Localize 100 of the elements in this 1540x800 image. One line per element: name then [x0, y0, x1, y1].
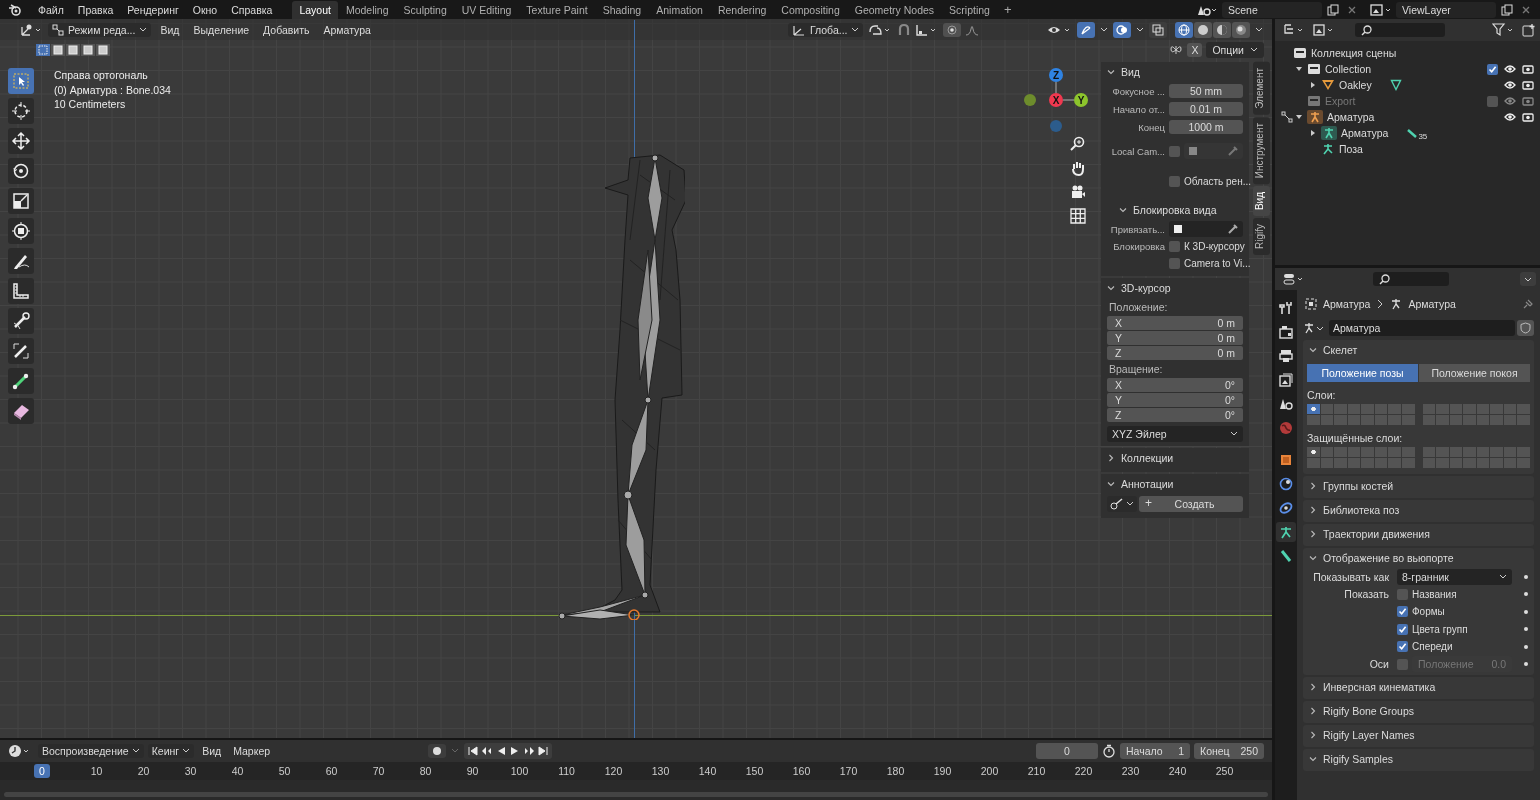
chevron-icon[interactable]: [1309, 530, 1317, 538]
layer-toggle[interactable]: [1320, 415, 1334, 425]
layer-toggle[interactable]: [1374, 458, 1388, 468]
wireframe-sphere-icon[interactable]: [1175, 21, 1193, 38]
armature-icon[interactable]: [1276, 522, 1296, 542]
selection-mode-icon[interactable]: [51, 44, 65, 56]
checkbox[interactable]: [1397, 623, 1408, 635]
layer-toggle[interactable]: [1320, 458, 1334, 468]
layer-toggle[interactable]: [1334, 447, 1347, 457]
options-dropdown[interactable]: Опции: [1206, 42, 1264, 58]
panel-header[interactable]: 3D-курсор: [1101, 278, 1249, 298]
caret-icon[interactable]: [1254, 26, 1264, 33]
layer-toggle[interactable]: [1307, 404, 1320, 414]
layer-toggle[interactable]: [1517, 415, 1530, 425]
overlay-icon[interactable]: [1113, 21, 1131, 38]
menu-item[interactable]: Рендеринг: [121, 3, 185, 16]
layer-toggle[interactable]: [1449, 458, 1463, 468]
layer-toggle[interactable]: [1449, 447, 1463, 457]
layer-toggle[interactable]: [1388, 415, 1401, 425]
jump-start-icon[interactable]: [467, 745, 480, 757]
layer-toggle[interactable]: [1307, 415, 1320, 425]
layer-toggle[interactable]: [1401, 415, 1415, 425]
sidebar-tab[interactable]: Rigify: [1253, 218, 1270, 256]
layer-toggle[interactable]: [1476, 415, 1490, 425]
checkbox[interactable]: [1397, 588, 1408, 600]
axis-ball-icon[interactable]: Z: [1049, 68, 1063, 82]
vector-field[interactable]: X 0°: [1107, 378, 1243, 392]
next-keyframe-icon[interactable]: [523, 745, 536, 757]
decorator-dot-icon[interactable]: [1524, 609, 1528, 614]
stopwatch-icon[interactable]: [1102, 744, 1116, 758]
layer-toggle[interactable]: [1463, 404, 1476, 414]
layer-toggle[interactable]: [1422, 404, 1436, 414]
vector-field[interactable]: Y 0°: [1107, 393, 1243, 407]
annotation-picker[interactable]: [1107, 496, 1137, 512]
checkbox[interactable]: [1169, 175, 1180, 187]
panel-header[interactable]: Rigify Samples: [1303, 749, 1534, 769]
selection-mode-icon[interactable]: [81, 44, 95, 56]
layer-toggle[interactable]: [1503, 415, 1517, 425]
scrollbar[interactable]: [4, 792, 1268, 797]
checkbox[interactable]: [1487, 63, 1498, 75]
layer-toggle[interactable]: [1422, 447, 1436, 457]
decorator-dot-icon[interactable]: [1524, 574, 1528, 579]
layer-toggle[interactable]: [1503, 404, 1517, 414]
vector-field[interactable]: X 0 m: [1107, 316, 1243, 330]
scale-icon[interactable]: [8, 188, 34, 214]
layer-toggle[interactable]: [1436, 404, 1449, 414]
layer-toggle[interactable]: [1436, 447, 1449, 457]
outliner-row[interactable]: Поза: [1275, 141, 1540, 157]
rotate-icon[interactable]: [8, 158, 34, 184]
outliner-row[interactable]: Арматура 35: [1275, 125, 1540, 141]
new-annotation-button[interactable]: + Создать: [1139, 496, 1243, 512]
cursor-icon[interactable]: [8, 98, 34, 124]
eraser-icon[interactable]: [8, 398, 34, 424]
close-icon[interactable]: [1521, 4, 1531, 15]
menu-item[interactable]: Добавить: [258, 23, 315, 36]
ruler-icon[interactable]: [8, 278, 34, 304]
layer-toggle[interactable]: [1388, 404, 1401, 414]
layer-toggle[interactable]: [1347, 404, 1361, 414]
workspace-tab[interactable]: Scripting: [942, 0, 997, 19]
layer-toggle[interactable]: [1307, 458, 1320, 468]
layer-toggle[interactable]: [1361, 458, 1374, 468]
panel-header[interactable]: Траектории движения: [1303, 524, 1534, 544]
vector-field[interactable]: Y 0 m: [1107, 331, 1243, 345]
layer-toggle[interactable]: [1422, 415, 1436, 425]
panel-header[interactable]: Библиотека поз: [1303, 500, 1534, 520]
outliner-row[interactable]: Oakley: [1275, 77, 1540, 93]
move-arrows-icon[interactable]: [8, 128, 34, 154]
datablock-name-field[interactable]: Арматура: [1329, 320, 1515, 336]
workspace-tab[interactable]: Geometry Nodes: [847, 0, 942, 19]
layer-toggle[interactable]: [1517, 447, 1530, 457]
workspace-tab[interactable]: UV Editing: [454, 0, 519, 19]
snap-magnet-icon[interactable]: [897, 22, 912, 37]
axis-ball-icon[interactable]: Y: [1074, 93, 1088, 107]
layer-toggle[interactable]: [1476, 458, 1490, 468]
axis-ball-icon[interactable]: X: [1049, 93, 1063, 107]
workspace-tab[interactable]: Sculpting: [396, 0, 454, 19]
number-field[interactable]: 50 mm: [1169, 84, 1243, 98]
checkbox[interactable]: [1397, 641, 1408, 653]
number-field[interactable]: 0.01 m: [1169, 102, 1243, 116]
menu-item[interactable]: Правка: [71, 3, 120, 16]
jump-end-icon[interactable]: [537, 745, 550, 757]
panel-header[interactable]: Rigify Bone Groups: [1303, 701, 1534, 721]
new-collection-icon[interactable]: [1522, 23, 1536, 37]
negative-axis-ball-icon[interactable]: [1024, 94, 1036, 106]
chevron-icon[interactable]: [1107, 454, 1115, 462]
object-picker-field[interactable]: [1169, 221, 1243, 237]
view-layer-field[interactable]: ViewLayer: [1396, 1, 1496, 18]
layer-toggle[interactable]: [1463, 458, 1476, 468]
layer-toggle[interactable]: [1490, 447, 1503, 457]
close-icon[interactable]: [1347, 4, 1357, 15]
decorator-dot-icon[interactable]: [1524, 592, 1528, 597]
layer-toggle[interactable]: [1374, 447, 1388, 457]
chevron-icon[interactable]: [1107, 68, 1115, 76]
layer-toggle[interactable]: [1320, 447, 1334, 457]
chevron-icon[interactable]: [1309, 346, 1317, 354]
panel-header[interactable]: Rigify Layer Names: [1303, 725, 1534, 745]
menu-item[interactable]: Выделение: [188, 23, 255, 36]
panel-header[interactable]: Группы костей: [1303, 476, 1534, 496]
workspace-tab[interactable]: Shading: [595, 0, 649, 19]
object-picker-field[interactable]: [1184, 143, 1243, 159]
